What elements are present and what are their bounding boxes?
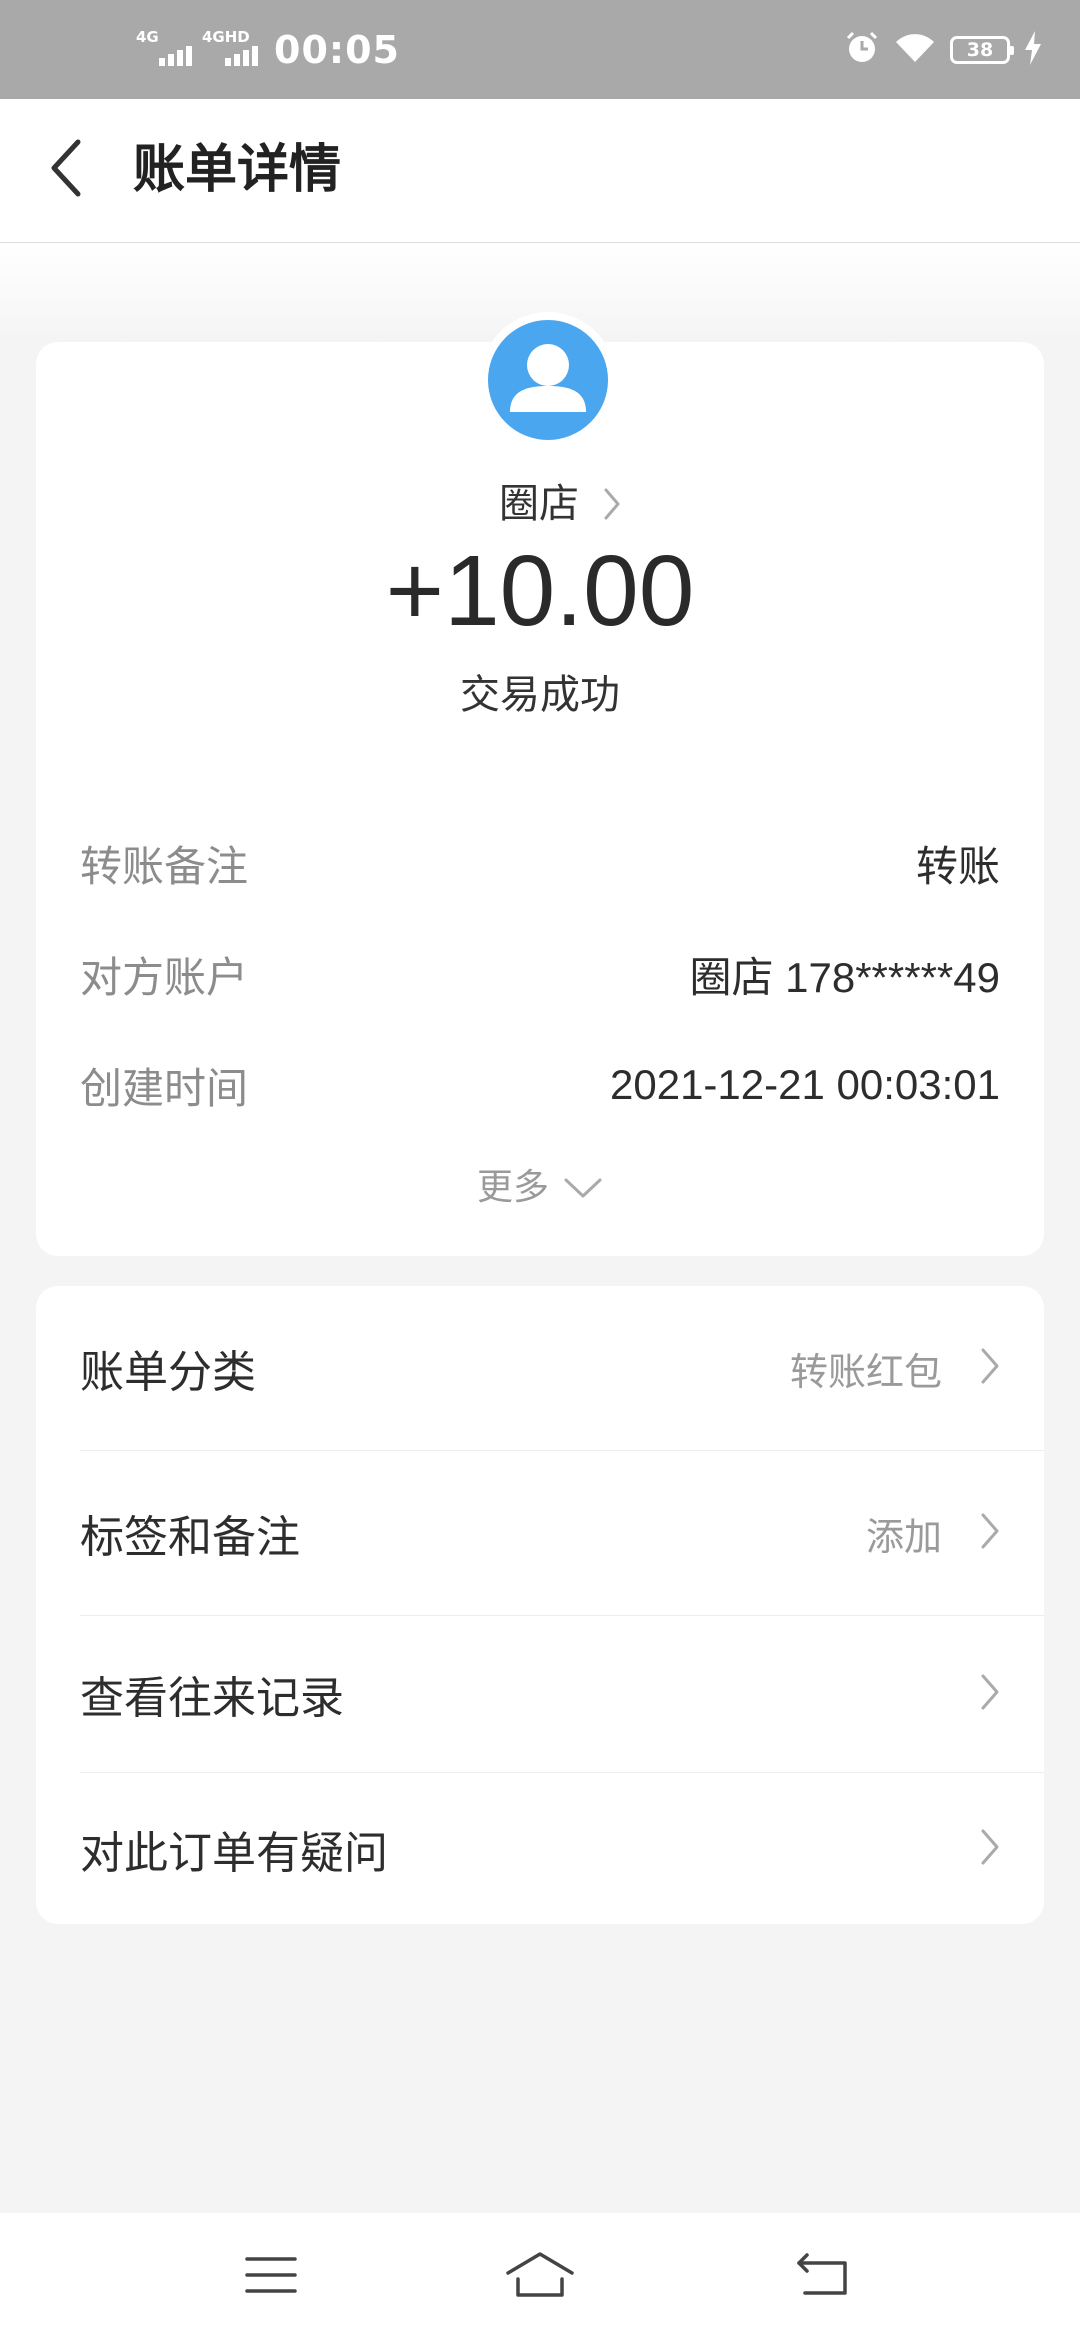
battery-icon: 38 xyxy=(950,35,1014,64)
menu-item-label: 标签和备注 xyxy=(80,1512,300,1563)
menu-item-label: 账单分类 xyxy=(80,1347,256,1398)
navigation-bar xyxy=(0,2213,1080,2340)
charging-icon xyxy=(1024,30,1042,69)
amount: +10.00 xyxy=(385,535,695,647)
home-button[interactable] xyxy=(480,2213,600,2340)
status-bar: 4G 4GHD 00:05 38 xyxy=(0,0,1080,99)
back-icon xyxy=(795,2252,851,2301)
network-type-1: 4G xyxy=(136,27,159,46)
status-right: 38 xyxy=(830,0,1042,99)
avatar[interactable] xyxy=(480,312,616,448)
chevron-down-icon xyxy=(563,1176,603,1200)
menu-item-category[interactable]: 账单分类 转账红包 xyxy=(80,1286,1044,1450)
chevron-right-icon xyxy=(980,1673,1000,1715)
menu-button[interactable] xyxy=(211,2213,331,2340)
back-nav-button[interactable] xyxy=(763,2213,883,2340)
battery-level: 38 xyxy=(966,38,994,61)
menu-item-label: 查看往来记录 xyxy=(80,1673,344,1724)
detail-value: 2021-12-21 00:03:01 xyxy=(610,1061,1000,1108)
menu-card: 账单分类 转账红包 标签和备注 添加 查看往来记录 对此订单有疑问 xyxy=(36,1286,1044,1924)
menu-item-question[interactable]: 对此订单有疑问 xyxy=(80,1773,1044,1924)
status-time: 00:05 xyxy=(274,27,400,72)
menu-item-value: 转账红包 xyxy=(789,1349,942,1394)
menu-item-tags[interactable]: 标签和备注 添加 xyxy=(80,1451,1044,1615)
alarm-icon xyxy=(844,30,880,70)
wifi-icon xyxy=(894,32,936,68)
detail-label: 转账备注 xyxy=(80,841,249,891)
status-left: 4G 4GHD 00:05 xyxy=(136,0,400,99)
chevron-right-icon xyxy=(980,1828,1000,1870)
transaction-status: 交易成功 xyxy=(460,672,620,718)
menu-item-history[interactable]: 查看往来记录 xyxy=(80,1616,1044,1772)
back-button[interactable] xyxy=(36,135,96,205)
payee-link[interactable]: 圈店 xyxy=(36,474,1044,534)
page-title: 账单详情 xyxy=(133,140,342,200)
detail-row-account: 对方账户 圈店 178******49 xyxy=(80,939,1000,1009)
detail-value: 转账 xyxy=(915,842,1000,890)
detail-label: 对方账户 xyxy=(80,952,249,1002)
signal-2-icon: 4GHD xyxy=(202,27,258,70)
chevron-right-icon xyxy=(980,1347,1000,1389)
menu-icon xyxy=(245,2255,297,2299)
detail-row-time: 创建时间 2021-12-21 00:03:01 xyxy=(80,1050,1000,1120)
more-label: 更多 xyxy=(476,1167,549,1208)
chevron-right-icon xyxy=(980,1512,1000,1554)
menu-item-label: 对此订单有疑问 xyxy=(80,1827,388,1879)
detail-label: 创建时间 xyxy=(80,1063,249,1113)
transaction-card: 圈店 +10.00 交易成功 转账备注 转账 对方账户 圈店 178******… xyxy=(36,312,1044,1256)
chevron-left-icon xyxy=(46,138,86,202)
chevron-right-icon xyxy=(603,487,621,521)
payee-name: 圈店 xyxy=(499,481,579,527)
detail-row-note: 转账备注 转账 xyxy=(80,828,1000,898)
signal-1-icon: 4G xyxy=(136,27,192,70)
network-type-2: 4GHD xyxy=(202,27,250,46)
home-icon xyxy=(504,2251,576,2303)
detail-value: 圈店 178******49 xyxy=(689,953,1000,1001)
app-header: 账单详情 xyxy=(0,99,1080,243)
user-icon xyxy=(510,344,586,412)
more-button[interactable]: 更多 xyxy=(36,1160,1044,1216)
menu-item-value: 添加 xyxy=(865,1514,942,1559)
